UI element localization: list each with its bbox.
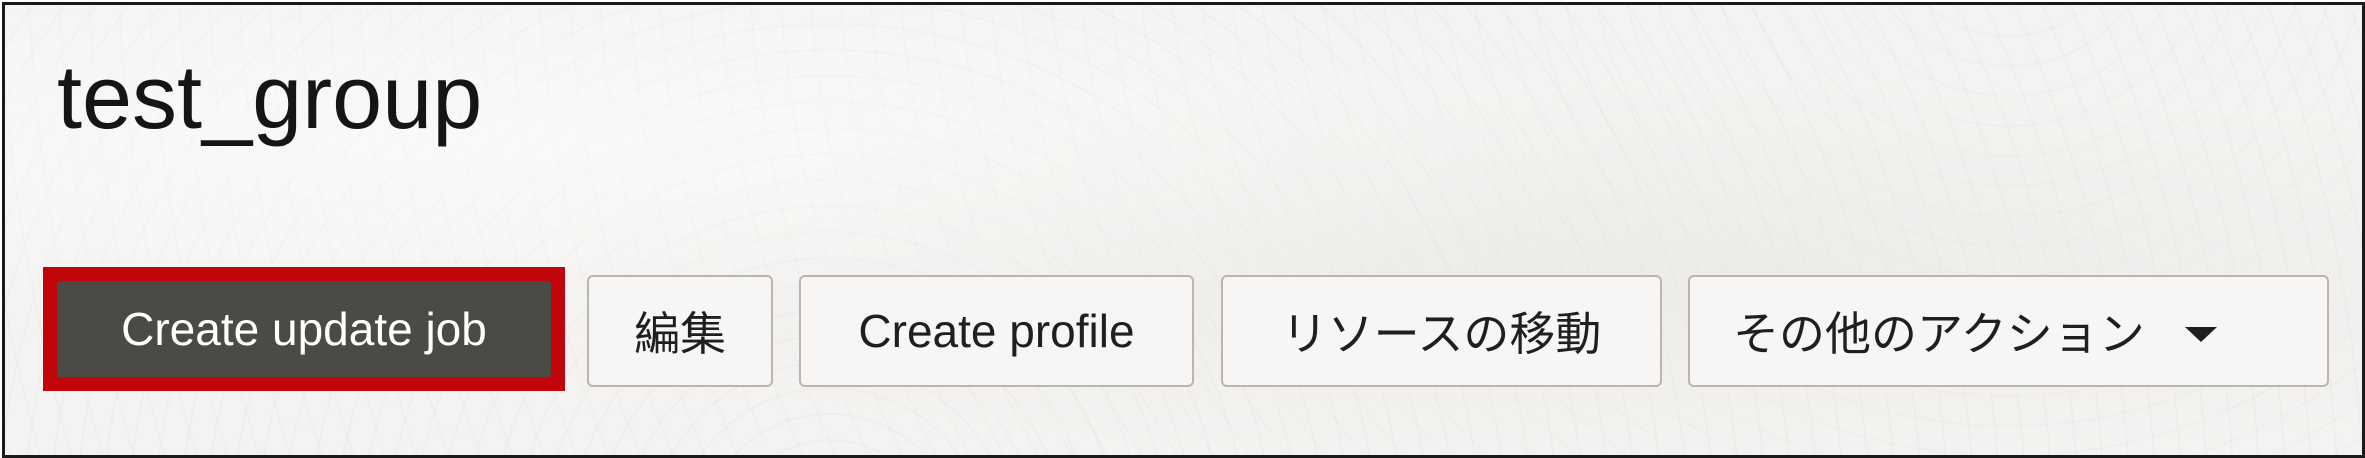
- more-actions-button[interactable]: その他のアクション: [1688, 275, 2329, 387]
- create-update-job-button[interactable]: Create update job: [57, 281, 551, 377]
- chevron-down-icon: [2184, 326, 2217, 342]
- edit-button[interactable]: 編集: [587, 275, 773, 387]
- create-profile-button[interactable]: Create profile: [799, 275, 1194, 387]
- page-header-panel: test_group Create update job 編集 Create p…: [2, 2, 2365, 458]
- more-actions-label: その他のアクション: [1733, 308, 2145, 360]
- move-resource-button[interactable]: リソースの移動: [1221, 275, 1662, 387]
- highlight-frame: Create update job: [43, 267, 565, 391]
- page-title: test_group: [57, 48, 483, 148]
